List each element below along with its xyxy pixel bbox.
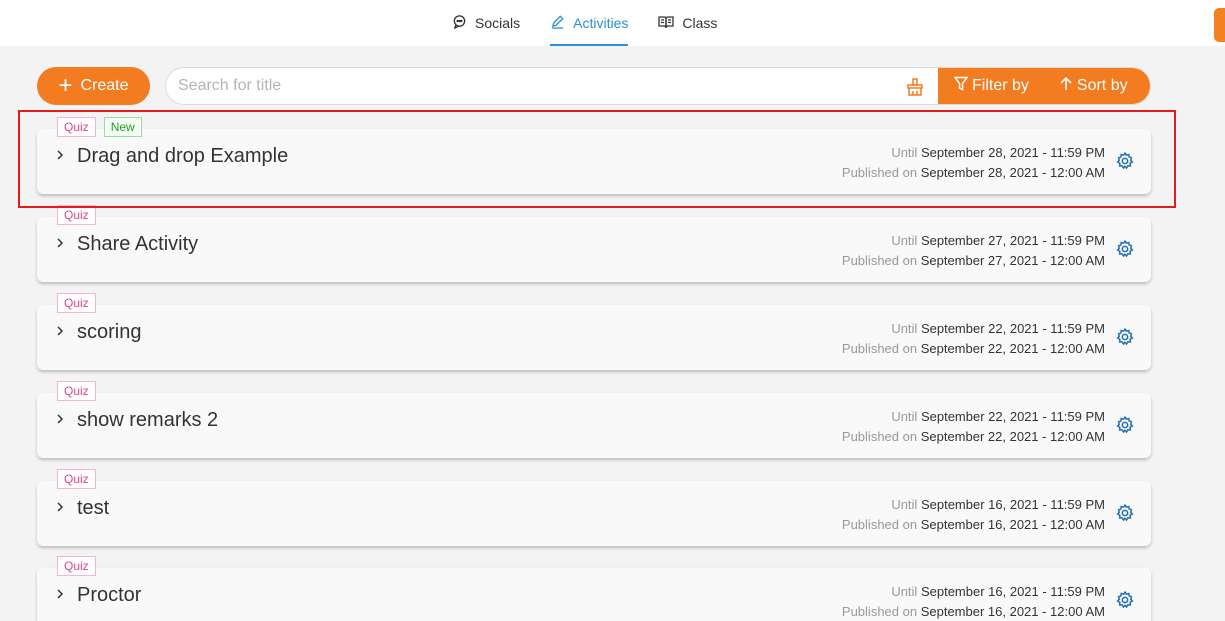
badge-group: Quiz New xyxy=(57,117,150,137)
activity-card[interactable]: Quiz scoring Until September 22, 2021 - … xyxy=(37,293,1151,370)
gear-icon[interactable] xyxy=(1115,503,1135,523)
chevron-right-icon[interactable] xyxy=(55,324,65,336)
quiz-badge: Quiz xyxy=(57,556,96,576)
published-label: Published on xyxy=(841,341,918,356)
tab-class[interactable]: Class xyxy=(658,0,717,46)
quiz-badge: Quiz xyxy=(57,205,96,225)
sort-label: Sort by xyxy=(1076,77,1128,94)
published-date: September 16, 2021 - 12:00 AM xyxy=(920,604,1105,619)
tab-socials[interactable]: Socials xyxy=(452,0,520,46)
activity-dates: Until September 22, 2021 - 11:59 PM Publ… xyxy=(842,319,1105,359)
until-date: September 16, 2021 - 11:59 PM xyxy=(920,497,1105,512)
filter-sort-group: Filter by Sort by xyxy=(938,68,1150,104)
until-date: September 22, 2021 - 11:59 PM xyxy=(920,409,1105,424)
published-date: September 22, 2021 - 12:00 AM xyxy=(920,341,1105,356)
nav-tabs: Socials Activities Class xyxy=(452,0,747,46)
arrow-up-icon xyxy=(1059,76,1077,96)
activity-dates: Until September 28, 2021 - 11:59 PM Publ… xyxy=(842,143,1105,183)
until-label: Until xyxy=(891,321,918,336)
filter-label: Filter by xyxy=(972,77,1029,94)
until-label: Until xyxy=(891,233,918,248)
chat-icon xyxy=(452,14,475,32)
tab-label: Class xyxy=(682,15,718,31)
chevron-right-icon[interactable] xyxy=(55,587,65,599)
published-label: Published on xyxy=(841,253,918,268)
activity-card[interactable]: Quiz show remarks 2 Until September 22, … xyxy=(37,381,1151,458)
activity-card[interactable]: Quiz Proctor Until September 16, 2021 - … xyxy=(37,556,1151,621)
chevron-right-icon[interactable] xyxy=(55,500,65,512)
published-label: Published on xyxy=(841,517,918,532)
published-date: September 16, 2021 - 12:00 AM xyxy=(920,517,1105,532)
chevron-right-icon[interactable] xyxy=(55,148,65,160)
activity-title: Drag and drop Example xyxy=(77,145,289,167)
filter-icon xyxy=(953,76,972,96)
filter-button[interactable]: Filter by xyxy=(953,76,1029,96)
badge-group: Quiz xyxy=(57,381,104,401)
gear-icon[interactable] xyxy=(1115,151,1135,171)
until-date: September 16, 2021 - 11:59 PM xyxy=(920,584,1105,599)
activity-title: Proctor xyxy=(77,584,142,606)
published-label: Published on xyxy=(841,604,918,619)
tab-activities[interactable]: Activities xyxy=(550,0,629,46)
badge-group: Quiz xyxy=(57,469,104,489)
activity-dates: Until September 22, 2021 - 11:59 PM Publ… xyxy=(842,407,1105,447)
search-input[interactable] xyxy=(166,68,896,104)
create-button[interactable]: + Create xyxy=(37,67,150,105)
published-date: September 28, 2021 - 12:00 AM xyxy=(920,165,1105,180)
activity-dates: Until September 16, 2021 - 11:59 PM Publ… xyxy=(842,495,1105,535)
activity-title: show remarks 2 xyxy=(77,409,219,431)
until-label: Until xyxy=(891,497,918,512)
activity-dates: Until September 27, 2021 - 11:59 PM Publ… xyxy=(842,231,1105,271)
book-icon xyxy=(658,15,682,32)
create-label: Create xyxy=(80,77,129,94)
search-bar: Filter by Sort by xyxy=(165,67,1151,105)
broom-icon[interactable] xyxy=(905,77,925,97)
until-date: September 22, 2021 - 11:59 PM xyxy=(920,321,1105,336)
quiz-badge: Quiz xyxy=(57,381,96,401)
plus-icon: + xyxy=(58,72,73,99)
until-date: September 28, 2021 - 11:59 PM xyxy=(920,145,1105,160)
activity-title: test xyxy=(77,497,110,519)
activity-card[interactable]: Quiz New Drag and drop Example Until Sep… xyxy=(37,117,1151,194)
new-badge: New xyxy=(103,117,142,137)
gear-icon[interactable] xyxy=(1115,327,1135,347)
quiz-badge: Quiz xyxy=(57,293,96,313)
published-label: Published on xyxy=(841,165,918,180)
activity-card[interactable]: Quiz Share Activity Until September 27, … xyxy=(37,205,1151,282)
quiz-badge: Quiz xyxy=(57,469,96,489)
badge-group: Quiz xyxy=(57,293,104,313)
quiz-badge: Quiz xyxy=(57,117,96,137)
top-nav-bar: Socials Activities Class xyxy=(0,0,1225,46)
badge-group: Quiz xyxy=(57,205,104,225)
corner-button[interactable] xyxy=(1214,8,1225,42)
chevron-right-icon[interactable] xyxy=(55,236,65,248)
chevron-right-icon[interactable] xyxy=(55,412,65,424)
until-label: Until xyxy=(891,584,918,599)
badge-group: Quiz xyxy=(57,556,104,576)
activity-card[interactable]: Quiz test Until September 16, 2021 - 11:… xyxy=(37,469,1151,546)
until-date: September 27, 2021 - 11:59 PM xyxy=(920,233,1105,248)
published-date: September 22, 2021 - 12:00 AM xyxy=(920,429,1105,444)
tab-label: Activities xyxy=(573,15,629,31)
until-label: Until xyxy=(891,145,918,160)
sort-button[interactable]: Sort by xyxy=(1059,76,1128,96)
gear-icon[interactable] xyxy=(1115,590,1135,610)
published-label: Published on xyxy=(841,429,918,444)
activity-dates: Until September 16, 2021 - 11:59 PM Publ… xyxy=(842,582,1105,621)
activity-title: scoring xyxy=(77,321,142,343)
gear-icon[interactable] xyxy=(1115,415,1135,435)
activity-title: Share Activity xyxy=(77,233,199,255)
tab-label: Socials xyxy=(475,15,521,31)
until-label: Until xyxy=(891,409,918,424)
pencil-icon xyxy=(550,14,573,32)
published-date: September 27, 2021 - 12:00 AM xyxy=(920,253,1105,268)
gear-icon[interactable] xyxy=(1115,239,1135,259)
